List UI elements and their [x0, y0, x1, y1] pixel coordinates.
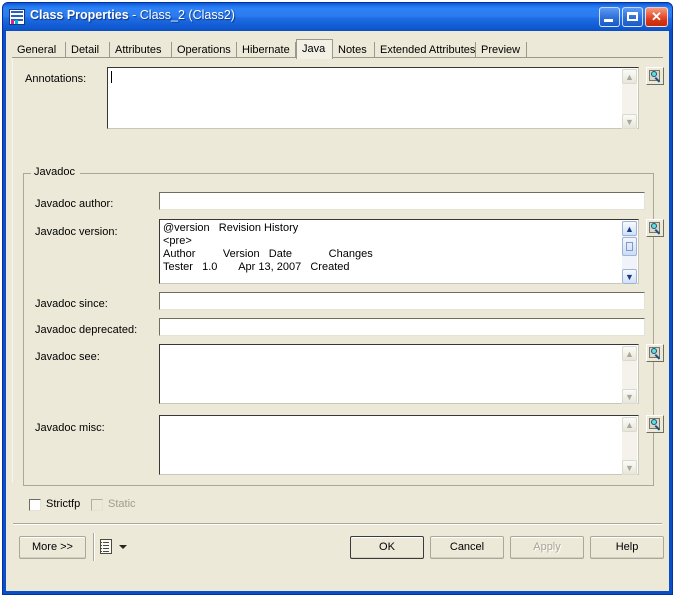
javadoc-since-label: Javadoc since:	[35, 298, 108, 310]
static-checkbox-box	[91, 499, 103, 511]
magnifier-icon	[649, 347, 662, 360]
tab-strip: General Detail Attributes Operations Hib…	[12, 39, 663, 59]
close-button[interactable]: ✕	[645, 7, 668, 27]
document-list-icon[interactable]	[100, 539, 114, 555]
strictfp-checkbox-box[interactable]	[29, 499, 41, 511]
maximize-icon	[627, 12, 638, 21]
javadoc-see-editor-button[interactable]	[646, 344, 664, 362]
javadoc-deprecated-label: Javadoc deprecated:	[35, 324, 138, 336]
dialog-window: Class Properties - Class_2 (Class2) ✕ Ge…	[2, 2, 673, 595]
tab-extended-attributes[interactable]: Extended Attributes	[375, 42, 476, 58]
scroll-down-icon[interactable]: ▼	[622, 269, 637, 284]
static-label: Static	[108, 498, 136, 510]
scroll-up-icon[interactable]: ▲	[622, 221, 637, 236]
window-title: Class Properties - Class_2 (Class2)	[30, 8, 235, 22]
javadoc-see-scrollbar[interactable]: ▲ ▼	[622, 346, 637, 404]
javadoc-misc-scrollbar[interactable]: ▲ ▼	[622, 417, 637, 475]
tab-preview[interactable]: Preview	[476, 42, 527, 58]
ok-button[interactable]: OK	[350, 536, 424, 559]
annotations-scrollbar[interactable]: ▲ ▼	[622, 69, 637, 129]
strictfp-label: Strictfp	[46, 498, 81, 510]
magnifier-icon	[649, 70, 662, 83]
javadoc-author-input[interactable]	[159, 192, 645, 210]
scroll-down-icon[interactable]: ▼	[622, 114, 637, 129]
scroll-thumb[interactable]	[622, 237, 637, 256]
apply-button: Apply	[510, 536, 584, 559]
scroll-down-icon[interactable]: ▼	[622, 460, 637, 475]
more-button[interactable]: More >>	[19, 536, 86, 559]
cancel-button[interactable]: Cancel	[430, 536, 504, 559]
tab-notes[interactable]: Notes	[333, 42, 375, 58]
javadoc-since-input[interactable]	[159, 292, 645, 310]
tab-detail[interactable]: Detail	[66, 42, 110, 58]
javadoc-version-textarea[interactable]: @version Revision History <pre> Author V…	[159, 219, 639, 284]
scroll-up-icon[interactable]: ▲	[622, 346, 637, 361]
javadoc-author-label: Javadoc author:	[35, 198, 114, 210]
javadoc-version-editor-button[interactable]	[646, 219, 664, 237]
javadoc-misc-textarea[interactable]: ▲ ▼	[159, 415, 639, 475]
footer-divider	[13, 523, 662, 525]
footer-separator	[93, 533, 95, 561]
text-caret	[111, 71, 112, 83]
javadoc-misc-editor-button[interactable]	[646, 415, 664, 433]
tab-general[interactable]: General	[12, 42, 66, 58]
title-bar[interactable]: Class Properties - Class_2 (Class2) ✕	[3, 3, 672, 31]
javadoc-version-label: Javadoc version:	[35, 226, 118, 238]
javadoc-version-scrollbar[interactable]: ▲ ▼	[622, 221, 637, 284]
tab-hibernate[interactable]: Hibernate	[237, 42, 296, 58]
close-icon: ✕	[651, 9, 662, 24]
help-button[interactable]: Help	[590, 536, 664, 559]
magnifier-icon	[649, 418, 662, 431]
minimize-button[interactable]	[599, 7, 620, 27]
scroll-down-icon[interactable]: ▼	[622, 389, 637, 404]
javadoc-deprecated-input[interactable]	[159, 318, 645, 336]
maximize-button[interactable]	[622, 7, 643, 27]
tab-operations[interactable]: Operations	[172, 42, 237, 58]
tab-page-java: Annotations: ▲ ▼ Javadoc Javadoc author:…	[12, 58, 664, 511]
tab-java[interactable]: Java	[296, 39, 333, 59]
javadoc-misc-label: Javadoc misc:	[35, 422, 105, 434]
window-title-sub: - Class_2 (Class2)	[128, 8, 235, 22]
dialog-client-area: General Detail Attributes Operations Hib…	[6, 31, 669, 591]
annotations-editor-button[interactable]	[646, 67, 664, 85]
javadoc-group-legend: Javadoc	[31, 166, 78, 178]
javadoc-see-textarea[interactable]: ▲ ▼	[159, 344, 639, 404]
javadoc-version-value: @version Revision History <pre> Author V…	[163, 222, 373, 273]
scroll-up-icon[interactable]: ▲	[622, 417, 637, 432]
scroll-up-icon[interactable]: ▲	[622, 69, 637, 84]
chevron-down-icon[interactable]	[119, 545, 127, 549]
tab-attributes[interactable]: Attributes	[110, 42, 172, 58]
javadoc-see-label: Javadoc see:	[35, 351, 100, 363]
minimize-icon	[604, 19, 613, 22]
annotations-textarea[interactable]: ▲ ▼	[107, 67, 639, 129]
window-title-main: Class Properties	[30, 8, 129, 22]
magnifier-icon	[649, 222, 662, 235]
class-properties-icon	[9, 9, 25, 25]
annotations-label: Annotations:	[25, 73, 87, 85]
